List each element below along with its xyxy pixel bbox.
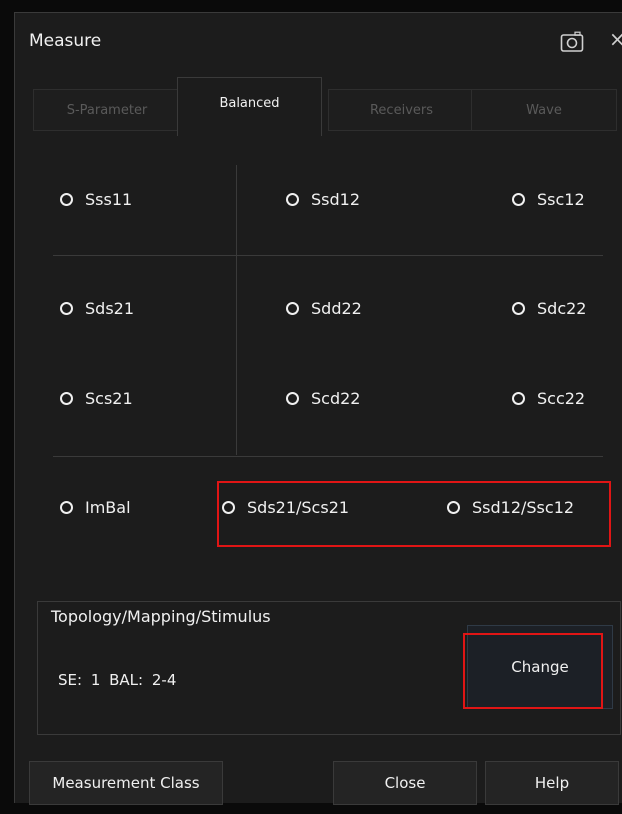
tab-label: Wave [526, 102, 562, 118]
radio-circle-icon [512, 302, 525, 315]
radio-circle-icon [60, 501, 73, 514]
dialog-title: Measure [29, 31, 102, 51]
radio-circle-icon [512, 392, 525, 405]
radio-label: Sss11 [85, 190, 133, 209]
tab-label: S-Parameter [66, 102, 148, 118]
title-bar: Measure × [15, 13, 622, 71]
tab-label: Receivers [369, 102, 433, 118]
radio-label: Sds21 [85, 299, 135, 318]
measure-dialog: Measure × S-Parameter Balanced Receivers… [14, 12, 622, 805]
radio-ssc12[interactable]: Ssc12 [512, 190, 585, 209]
radio-circle-icon [60, 392, 73, 405]
tab-receivers[interactable]: Receivers [328, 89, 475, 131]
radio-imbal[interactable]: ImBal [60, 498, 131, 517]
radio-sdd22[interactable]: Sdd22 [286, 299, 362, 318]
radio-label: Sdd22 [311, 299, 362, 318]
tab-bar: S-Parameter Balanced Receivers Wave [15, 77, 622, 136]
radio-circle-icon [286, 302, 299, 315]
measurement-class-button[interactable]: Measurement Class [29, 761, 223, 805]
radio-label: Ssc12 [537, 190, 585, 209]
radio-scc22[interactable]: Scc22 [512, 389, 585, 408]
radio-scd22[interactable]: Scd22 [286, 389, 360, 408]
button-label: Help [534, 774, 570, 792]
close-button[interactable]: Close [333, 761, 477, 805]
grid-divider [53, 456, 603, 457]
radio-sdc22[interactable]: Sdc22 [512, 299, 586, 318]
radio-label: ImBal [85, 498, 131, 517]
radio-circle-icon [286, 392, 299, 405]
highlight-box [217, 481, 611, 547]
button-label: Close [384, 774, 426, 792]
topology-legend: Topology/Mapping/Stimulus [49, 607, 273, 626]
highlight-box [463, 633, 603, 709]
radio-ssd12[interactable]: Ssd12 [286, 190, 360, 209]
radio-circle-icon [512, 193, 525, 206]
camera-icon[interactable] [560, 31, 584, 53]
tab-s-parameter[interactable]: S-Parameter [33, 89, 181, 131]
help-button[interactable]: Help [485, 761, 619, 805]
tab-wave[interactable]: Wave [471, 89, 617, 131]
tab-balanced[interactable]: Balanced [177, 77, 322, 136]
grid-divider [236, 165, 237, 455]
radio-circle-icon [60, 193, 73, 206]
grid-divider [53, 255, 603, 256]
radio-sss11[interactable]: Sss11 [60, 190, 132, 209]
radio-label: Ssd12 [311, 190, 361, 209]
button-label: Measurement Class [52, 774, 200, 792]
radio-scs21[interactable]: Scs21 [60, 389, 133, 408]
radio-label: Scd22 [311, 389, 361, 408]
radio-label: Sdc22 [537, 299, 587, 318]
topology-value: SE: 1 BAL: 2-4 [58, 671, 177, 689]
radio-label: Scc22 [537, 389, 586, 408]
tab-label: Balanced [219, 96, 280, 111]
close-icon[interactable]: × [609, 27, 622, 51]
radio-circle-icon [286, 193, 299, 206]
radio-circle-icon [60, 302, 73, 315]
radio-label: Scs21 [85, 389, 133, 408]
radio-sds21[interactable]: Sds21 [60, 299, 134, 318]
